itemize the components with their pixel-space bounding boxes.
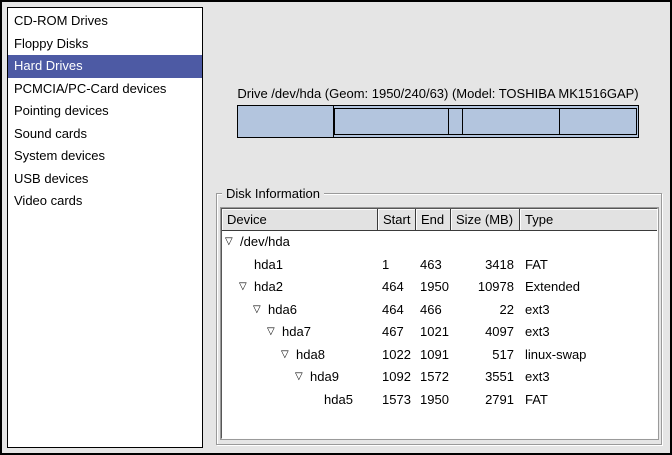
end-cell: 1572 (416, 366, 451, 389)
table-row-hda1[interactable]: hda1 14633418FAT (222, 254, 657, 277)
start-cell: 467 (378, 321, 416, 344)
expander-open-icon[interactable]: ▽ (253, 299, 268, 322)
column-header-size-mb-[interactable]: Size (MB) (451, 209, 520, 231)
column-header-start[interactable]: Start (378, 209, 416, 231)
tree-indent (222, 354, 281, 355)
table-row-hda9[interactable]: ▽hda9109215723551ext3 (222, 366, 657, 389)
device-cell: hda1 (222, 254, 378, 277)
size-cell: 3418 (451, 254, 520, 277)
sidebar-item-system-devices[interactable]: System devices (8, 145, 202, 168)
size-cell: 517 (451, 344, 520, 367)
start-cell (378, 231, 416, 254)
size-cell: 3551 (451, 366, 520, 389)
expander-open-icon[interactable]: ▽ (239, 276, 254, 299)
table-row--dev-hda[interactable]: ▽/dev/hda (222, 231, 657, 254)
device-name: hda9 (310, 366, 339, 389)
sidebar-item-pointing-devices[interactable]: Pointing devices (8, 100, 202, 123)
expander-open-icon[interactable]: ▽ (281, 344, 296, 367)
partition-table: DeviceStartEndSize (MB)Type ▽/dev/hdahda… (221, 208, 658, 439)
start-cell: 1022 (378, 344, 416, 367)
device-cell: ▽hda8 (222, 344, 378, 367)
size-cell: 22 (451, 299, 520, 322)
tree-indent (222, 377, 295, 378)
table-row-hda5[interactable]: hda5 157319502791FAT (222, 389, 657, 412)
table-row-hda2[interactable]: ▽hda2464195010978Extended (222, 276, 657, 299)
hardware-browser-window: { "sidebar": { "items": [ { "label": "CD… (0, 0, 672, 455)
column-header-type[interactable]: Type (520, 209, 657, 231)
column-header-device[interactable]: Device (222, 209, 378, 231)
table-row-hda7[interactable]: ▽hda746710214097ext3 (222, 321, 657, 344)
device-cell: ▽hda9 (222, 366, 378, 389)
device-cell: hda5 (222, 389, 378, 412)
end-cell (416, 231, 451, 254)
column-header-end[interactable]: End (416, 209, 451, 231)
start-cell: 1573 (378, 389, 416, 412)
partition-table-body: ▽/dev/hdahda114633418FAT▽hda246419501097… (222, 231, 657, 411)
size-cell (451, 231, 520, 254)
disk-information-groupbox: Disk Information DeviceStartEndSize (MB)… (216, 193, 662, 445)
device-cell: ▽hda7 (222, 321, 378, 344)
tree-indent (222, 309, 253, 310)
end-cell: 1950 (416, 276, 451, 299)
partition-table-header: DeviceStartEndSize (MB)Type (222, 209, 657, 231)
end-cell: 1950 (416, 389, 451, 412)
device-name: hda2 (254, 276, 283, 299)
type-cell: ext3 (520, 366, 657, 389)
type-cell: ext3 (520, 321, 657, 344)
sidebar-item-usb-devices[interactable]: USB devices (8, 168, 202, 191)
table-row-hda6[interactable]: ▽hda646446622ext3 (222, 299, 657, 322)
tree-indent (222, 264, 254, 265)
device-cell: ▽/dev/hda (222, 231, 378, 254)
type-cell: linux-swap (520, 344, 657, 367)
sidebar-item-floppy-disks[interactable]: Floppy Disks (8, 33, 202, 56)
extended-partition-region (334, 108, 637, 135)
start-cell: 464 (378, 276, 416, 299)
sidebar-item-pcmcia-pc-card-devices[interactable]: PCMCIA/PC-Card devices (8, 78, 202, 101)
sidebar-item-sound-cards[interactable]: Sound cards (8, 123, 202, 146)
start-cell: 1 (378, 254, 416, 277)
end-cell: 463 (416, 254, 451, 277)
device-cell: ▽hda2 (222, 276, 378, 299)
tree-indent (222, 332, 267, 333)
device-name: hda7 (282, 321, 311, 344)
device-name: hda5 (324, 389, 353, 412)
expander-open-icon[interactable]: ▽ (267, 321, 282, 344)
tree-indent (222, 287, 239, 288)
logical-partition-boundary (448, 109, 449, 134)
size-cell: 2791 (451, 389, 520, 412)
partition-layout-bar (237, 105, 639, 138)
device-name: hda8 (296, 344, 325, 367)
device-name: hda6 (268, 299, 297, 322)
disk-information-label: Disk Information (222, 185, 324, 202)
expander-open-icon[interactable]: ▽ (225, 231, 240, 254)
tree-indent (222, 399, 324, 400)
sidebar-item-cd-rom-drives[interactable]: CD-ROM Drives (8, 10, 202, 33)
start-cell: 464 (378, 299, 416, 322)
size-cell: 4097 (451, 321, 520, 344)
expander-open-icon[interactable]: ▽ (295, 366, 310, 389)
type-cell (520, 231, 657, 254)
logical-partition-boundary (462, 109, 463, 134)
drive-geometry-label: Drive /dev/hda (Geom: 1950/240/63) (Mode… (237, 86, 639, 101)
sidebar-item-video-cards[interactable]: Video cards (8, 190, 202, 213)
type-cell: FAT (520, 254, 657, 277)
device-name: /dev/hda (240, 231, 290, 254)
type-cell: ext3 (520, 299, 657, 322)
end-cell: 1091 (416, 344, 451, 367)
type-cell: Extended (520, 276, 657, 299)
logical-partition-boundary (559, 109, 560, 134)
end-cell: 1021 (416, 321, 451, 344)
device-category-list: CD-ROM DrivesFloppy DisksHard DrivesPCMC… (7, 7, 203, 448)
device-cell: ▽hda6 (222, 299, 378, 322)
end-cell: 466 (416, 299, 451, 322)
start-cell: 1092 (378, 366, 416, 389)
size-cell: 10978 (451, 276, 520, 299)
device-name: hda1 (254, 254, 283, 277)
table-row-hda8[interactable]: ▽hda810221091517linux-swap (222, 344, 657, 367)
type-cell: FAT (520, 389, 657, 412)
sidebar-item-hard-drives[interactable]: Hard Drives (8, 55, 202, 78)
